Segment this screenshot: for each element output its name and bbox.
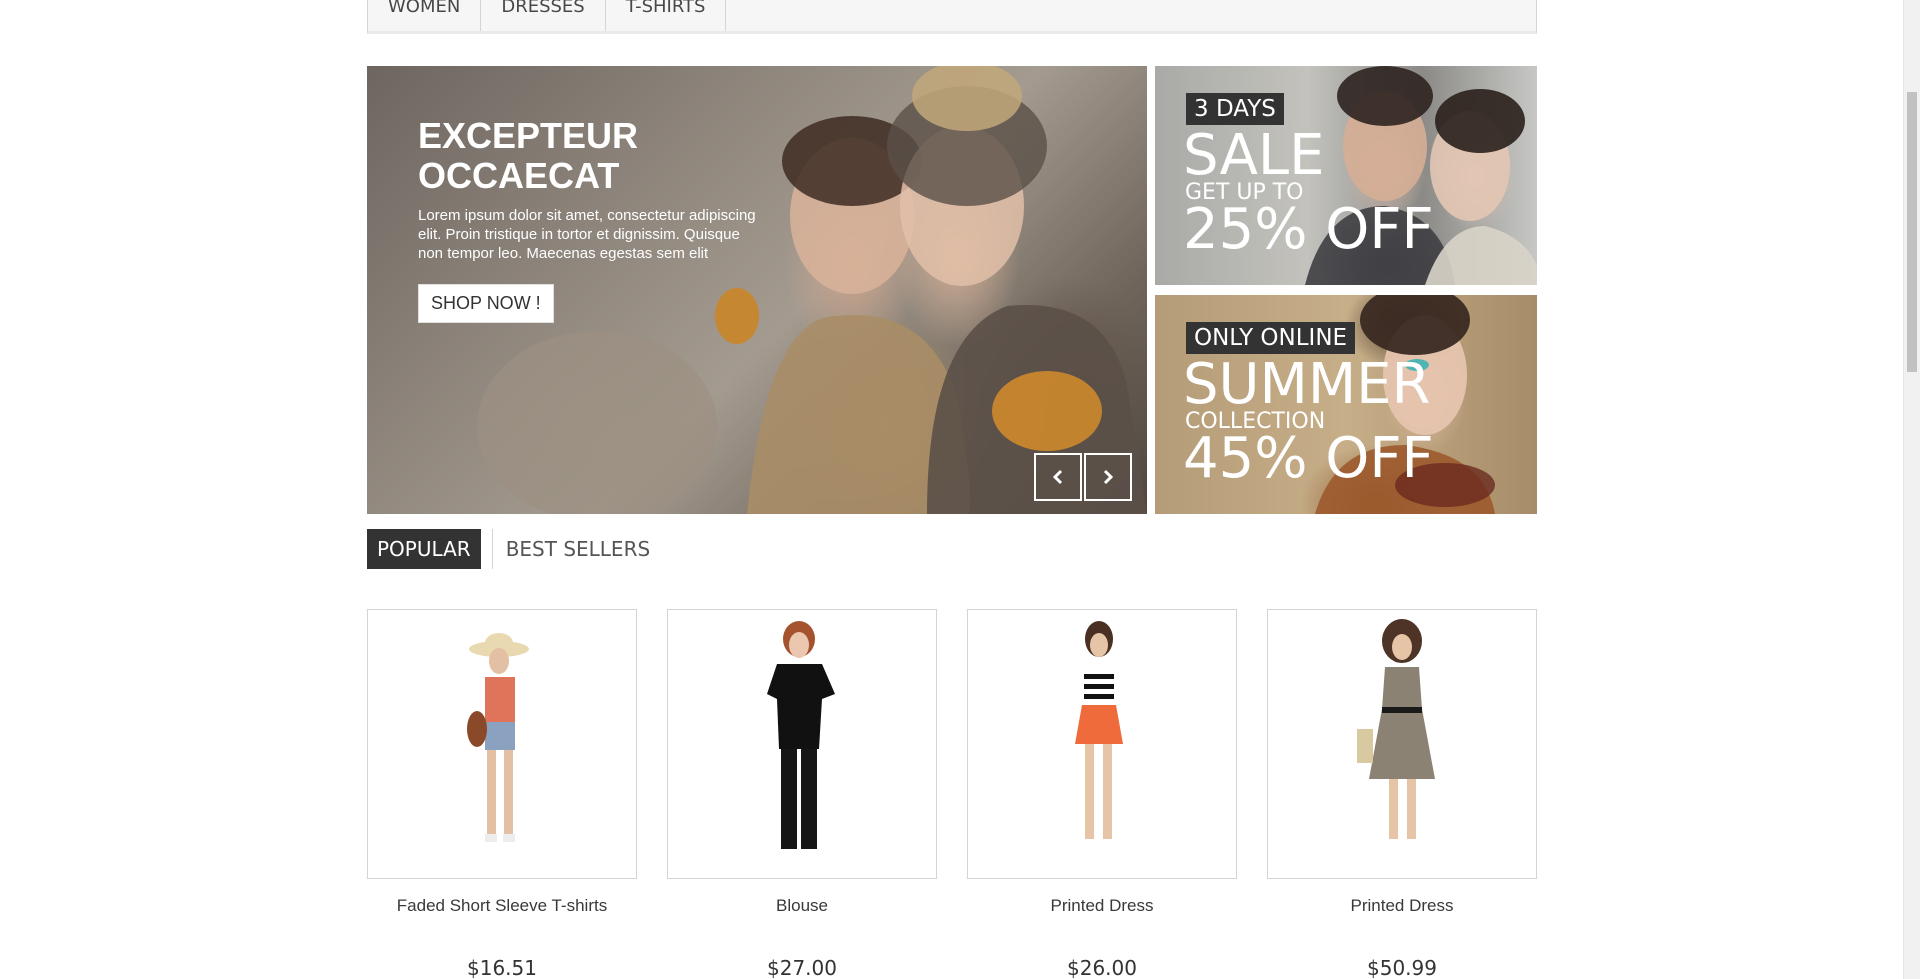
hero-title: EXCEPTEUR OCCAECAT — [418, 115, 639, 196]
product-photo — [1357, 619, 1435, 839]
hero-caption: EXCEPTEUR OCCAECAT Lorem ipsum dolor sit… — [418, 116, 778, 323]
product-tabs: POPULAR BEST SELLERS — [367, 529, 660, 569]
product-name[interactable]: Printed Dress — [1267, 896, 1537, 916]
menu-item-women[interactable]: WOMEN — [368, 0, 482, 31]
shop-now-button[interactable]: SHOP NOW ! — [418, 284, 554, 323]
product-photo — [767, 621, 835, 849]
tab-popular[interactable]: POPULAR — [367, 529, 481, 569]
product-image-link[interactable] — [967, 609, 1237, 879]
product-card: Blouse $27.00 — [667, 609, 937, 979]
chevron-left-icon — [1052, 469, 1063, 485]
sale-banner[interactable]: 3 DAYS SALE GET UP TO 25% OFF — [1155, 66, 1537, 285]
product-card: Printed Dress $50.99 — [1267, 609, 1537, 979]
slider-controls — [1034, 453, 1134, 501]
product-image-link[interactable] — [367, 609, 637, 879]
product-name[interactable]: Faded Short Sleeve T-shirts — [367, 896, 637, 916]
product-image-link[interactable] — [667, 609, 937, 879]
product-price: $16.51 — [467, 956, 537, 979]
hero-slider[interactable]: EXCEPTEUR OCCAECAT Lorem ipsum dolor sit… — [367, 66, 1147, 514]
product-card: Faded Short Sleeve T-shirts $16.51 — [367, 609, 637, 979]
banner-tag: 3 DAYS — [1186, 93, 1284, 125]
page: WOMEN DRESSES T-SHIRTS EXCEPTEUR OCCAECA… — [0, 0, 1920, 979]
tab-best-sellers[interactable]: BEST SELLERS — [491, 529, 660, 569]
page-scrollbar[interactable] — [1903, 0, 1920, 979]
product-photo — [467, 633, 529, 842]
product-price: $26.00 — [1067, 956, 1137, 979]
menu-item-dresses[interactable]: DRESSES — [481, 0, 606, 31]
product-card: Printed Dress $26.00 — [967, 609, 1237, 979]
banner-offer: 45% OFF — [1183, 426, 1434, 491]
banner-tag: ONLY ONLINE — [1186, 322, 1356, 354]
product-name[interactable]: Printed Dress — [967, 896, 1237, 916]
menu-item-t-shirts[interactable]: T-SHIRTS — [606, 0, 727, 31]
product-image-link[interactable] — [1267, 609, 1537, 879]
banner-offer: 25% OFF — [1183, 197, 1434, 262]
slider-prev-button[interactable] — [1034, 453, 1082, 501]
product-price: $27.00 — [767, 956, 837, 979]
product-list: Faded Short Sleeve T-shirts $16.51 Blous… — [367, 609, 1537, 979]
hero-description: Lorem ipsum dolor sit amet, consectetur … — [418, 207, 756, 262]
top-menu: WOMEN DRESSES T-SHIRTS — [367, 0, 1537, 34]
summer-banner[interactable]: ONLY ONLINE SUMMER COLLECTION 45% OFF — [1155, 295, 1537, 514]
product-name[interactable]: Blouse — [667, 896, 937, 916]
slider-next-button[interactable] — [1084, 453, 1132, 501]
product-price: $50.99 — [1367, 956, 1437, 979]
product-photo — [1075, 621, 1123, 839]
banner-headline: SUMMER — [1183, 352, 1431, 417]
chevron-right-icon — [1103, 469, 1114, 485]
scrollbar-thumb[interactable] — [1907, 92, 1917, 372]
banner-headline: SALE — [1183, 123, 1325, 188]
